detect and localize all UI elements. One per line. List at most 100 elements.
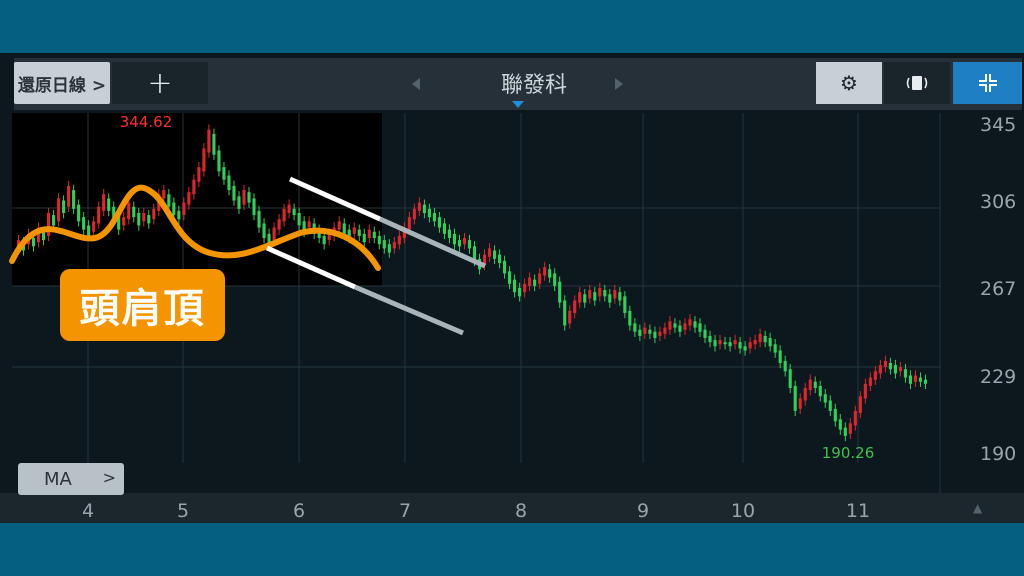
candle [613, 284, 617, 304]
candle-body [763, 335, 767, 343]
candle [533, 274, 537, 292]
candle-body [538, 273, 542, 284]
candle-body [578, 292, 582, 303]
candle [893, 359, 897, 379]
candle [513, 274, 517, 298]
candle [653, 326, 657, 344]
candle-body [548, 269, 552, 278]
candle-body [613, 290, 617, 299]
candle-body [598, 288, 602, 297]
candle [923, 374, 928, 390]
candle [392, 236, 396, 254]
candle-body [733, 340, 737, 345]
candle-body [92, 221, 96, 232]
candle [442, 218, 446, 240]
candle [382, 234, 386, 254]
candle [422, 199, 426, 219]
candle [853, 405, 857, 431]
candle-body [603, 290, 607, 297]
candle [553, 268, 557, 292]
candle [462, 232, 467, 250]
scroll-handle-icon[interactable]: ▲ [973, 501, 982, 515]
candle [743, 341, 747, 356]
candle [783, 355, 787, 377]
min-price-label: 190.26 [822, 444, 875, 462]
candle-body [873, 371, 877, 380]
candle-body [553, 273, 557, 286]
candle [733, 334, 737, 350]
candle [738, 336, 742, 354]
candle-body [207, 129, 211, 153]
candle [457, 234, 462, 252]
candle [693, 316, 697, 333]
max-price-label: 344.62 [120, 113, 173, 131]
candle-body [102, 194, 106, 211]
candle [873, 366, 877, 385]
candle [658, 326, 662, 342]
candle [748, 336, 752, 354]
y-tick-label: 345 [980, 114, 1016, 136]
candle-body [197, 167, 201, 182]
candle-body [457, 240, 462, 247]
candle-body [913, 375, 918, 382]
candle-body [823, 394, 827, 403]
ma-indicator-button[interactable]: MA > [18, 463, 124, 495]
candle-body [608, 294, 612, 303]
candle-body [868, 377, 872, 386]
candle-body [513, 279, 517, 293]
pattern-badge: 頭肩頂 [60, 269, 225, 341]
candle [798, 393, 802, 415]
candle [648, 324, 652, 340]
candle-body [437, 217, 441, 228]
candle [573, 295, 577, 319]
candle [503, 255, 507, 279]
candle-body [668, 321, 672, 330]
candle-body [758, 333, 762, 343]
candle [908, 370, 913, 390]
y-tick-label: 229 [980, 366, 1016, 388]
ma-label: MA [44, 468, 72, 490]
candle [708, 330, 712, 348]
candle [583, 289, 587, 308]
candle-body [31, 238, 36, 247]
candle-body [663, 327, 667, 334]
candle [558, 276, 562, 308]
candle-body [227, 175, 231, 191]
candle [858, 391, 862, 419]
candle-body [97, 206, 101, 224]
candle [452, 228, 457, 250]
candle-body [793, 385, 797, 411]
candle [918, 372, 923, 387]
candle-body [212, 133, 216, 155]
candle-body [623, 296, 627, 313]
candle-body [798, 398, 802, 409]
candle-body [487, 248, 492, 257]
candle [447, 224, 452, 244]
candle-body [387, 244, 391, 253]
y-tick-label: 267 [980, 278, 1016, 300]
candle-body [683, 323, 687, 330]
x-tick-label: 10 [731, 500, 755, 522]
candle [663, 322, 667, 340]
candle-body [462, 238, 467, 245]
candle-body [77, 204, 81, 222]
candle-body [788, 369, 792, 388]
candle-body [202, 148, 206, 172]
candle [723, 336, 727, 350]
candle [618, 286, 622, 306]
candle-body [352, 227, 356, 234]
candle [668, 316, 672, 335]
candle-body [67, 185, 71, 207]
candle-body [52, 215, 56, 226]
candle-body [748, 342, 752, 349]
candle [683, 318, 687, 335]
candle-body [162, 190, 166, 199]
candle-body [708, 335, 712, 343]
candle [818, 380, 822, 402]
candle-body [783, 360, 787, 372]
candle-body [518, 288, 522, 297]
candle [758, 328, 762, 348]
candle-body [803, 388, 807, 401]
candle-body [633, 323, 637, 332]
candle-body [848, 423, 852, 434]
